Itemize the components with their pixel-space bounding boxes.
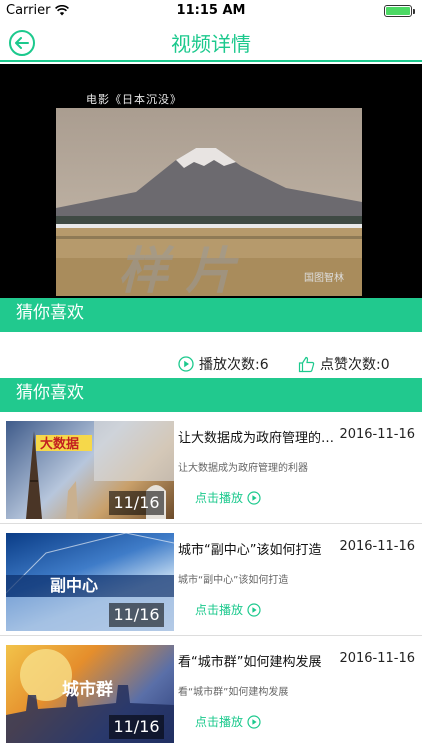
video-thumbnail[interactable]: 副中心 11/16 <box>6 533 174 631</box>
play-button[interactable]: 点击播放 <box>195 489 261 506</box>
video-caption: 电影《日本沉没》 <box>86 93 182 106</box>
like-count[interactable]: 点赞次数:0 <box>298 354 390 374</box>
page-title: 视频详情 <box>171 32 251 56</box>
thumbnail-label: 大数据 <box>40 436 79 452</box>
nav-bar: 视频详情 <box>0 22 422 62</box>
play-button-label: 点击播放 <box>195 603 244 617</box>
video-thumbnail[interactable]: 大数据 11/16 <box>6 421 174 519</box>
play-button[interactable]: 点击播放 <box>195 713 261 730</box>
list-item[interactable]: 副中心 11/16 城市“副中心”该如何打造 2016-11-16 城市“副中心… <box>0 524 422 636</box>
list-item[interactable]: 大数据 11/16 让大数据成为政府管理的利器 2016-11-16 让大数据成… <box>0 412 422 524</box>
video-player[interactable]: 电影《日本沉没》 样 片 国图智林 <box>0 64 422 298</box>
video-description: 看“城市群”如何建构发展 <box>178 687 289 698</box>
play-count: 播放次数:6 <box>178 354 269 374</box>
section-header-related: 猜你喜欢 <box>0 378 422 412</box>
watermark-text: 样 片 <box>118 242 239 298</box>
video-description: 让大数据成为政府管理的利器 <box>178 463 308 474</box>
video-stats: 播放次数:6 点赞次数:0 <box>0 332 422 378</box>
video-duration: 11/16 <box>109 603 164 627</box>
video-title[interactable]: 让大数据成为政府管理的利器 <box>178 427 338 446</box>
section-header-recommend: 猜你喜欢 <box>0 298 422 332</box>
video-title[interactable]: 看“城市群”如何建构发展 <box>178 651 338 670</box>
play-button[interactable]: 点击播放 <box>195 601 261 618</box>
play-count-label: 播放次数:6 <box>199 357 269 373</box>
status-bar: Carrier 11:15 AM <box>0 0 422 22</box>
channel-logo: 国图智林 <box>304 273 344 284</box>
play-button-label: 点击播放 <box>195 491 244 505</box>
video-title[interactable]: 城市“副中心”该如何打造 <box>178 539 338 558</box>
play-circle-icon <box>178 356 194 372</box>
watermark-label: 样 片 <box>118 242 239 298</box>
thumbnail-label: 副中心 <box>50 576 98 595</box>
video-duration: 11/16 <box>109 715 164 739</box>
play-circle-icon <box>247 490 261 505</box>
play-circle-icon <box>247 602 261 617</box>
video-date: 2016-11-16 <box>339 651 415 666</box>
video-thumbnail[interactable]: 城市群 11/16 <box>6 645 174 743</box>
video-duration: 11/16 <box>109 491 164 515</box>
video-date: 2016-11-16 <box>339 539 415 554</box>
video-date: 2016-11-16 <box>339 427 415 442</box>
play-button-label: 点击播放 <box>195 715 244 729</box>
status-time: 11:15 AM <box>176 3 246 18</box>
play-circle-icon <box>247 714 261 729</box>
like-count-label: 点赞次数:0 <box>320 357 390 373</box>
thumbs-up-icon <box>298 356 315 372</box>
list-item[interactable]: 城市群 11/16 看“城市群”如何建构发展 2016-11-16 看“城市群”… <box>0 636 422 748</box>
video-description: 城市“副中心”该如何打造 <box>178 575 289 586</box>
battery-icon <box>384 5 415 17</box>
thumbnail-label: 城市群 <box>62 679 113 700</box>
